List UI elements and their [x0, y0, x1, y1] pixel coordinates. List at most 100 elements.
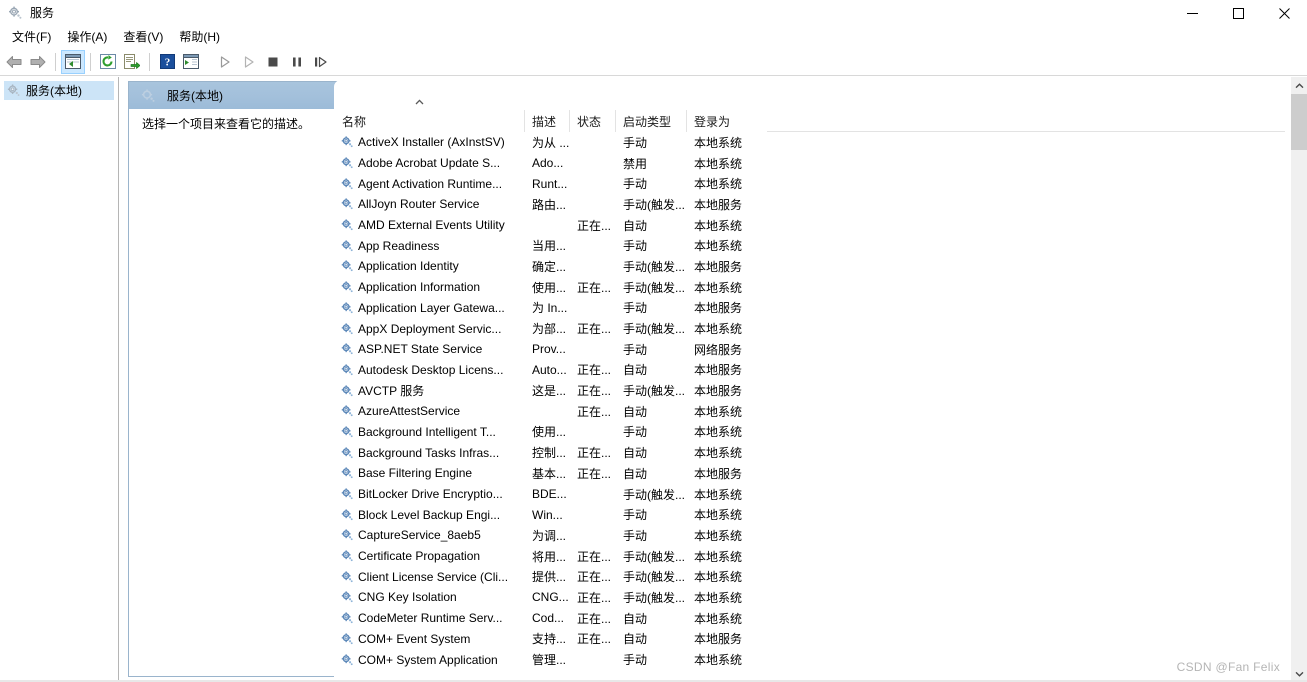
table-row[interactable]: COM+ Event System支持...正在...自动本地服务	[335, 629, 1285, 650]
menu-action[interactable]: 操作(A)	[59, 27, 115, 47]
cell-logon-as: 本地系统	[687, 504, 767, 525]
start-service-button[interactable]	[213, 50, 237, 74]
cell-service-name: Application Identity	[335, 256, 525, 277]
cell-logon-as: 本地系统	[687, 401, 767, 422]
scrollbar-thumb[interactable]	[1291, 94, 1307, 150]
maximize-button[interactable]	[1215, 0, 1261, 26]
start-service-icon	[218, 55, 232, 69]
table-row[interactable]: Certificate Propagation将用...正在...手动(触发..…	[335, 546, 1285, 567]
help-button[interactable]: ?	[155, 50, 179, 74]
table-row[interactable]: ASP.NET State ServiceProv...手动网络服务	[335, 339, 1285, 360]
cell-startup-type: 手动(触发...	[616, 194, 687, 215]
cell-logon-as: 本地系统	[687, 649, 767, 670]
cell-logon-as: 本地服务	[687, 463, 767, 484]
scroll-up-button[interactable]	[1291, 77, 1307, 94]
vertical-scrollbar[interactable]	[1290, 77, 1307, 682]
table-row[interactable]: AMD External Events Utility正在...自动本地系统	[335, 215, 1285, 236]
service-name-label: Client License Service (Cli...	[358, 570, 508, 584]
scrollbar-track[interactable]	[1291, 94, 1307, 665]
resume-service-button[interactable]	[237, 50, 261, 74]
properties-button[interactable]	[179, 50, 203, 74]
table-row[interactable]: AppX Deployment Servic...为部...正在...手动(触发…	[335, 318, 1285, 339]
table-row[interactable]: Background Tasks Infras...控制...正在...自动本地…	[335, 442, 1285, 463]
toolbar-separator-1	[55, 53, 56, 71]
service-name-label: COM+ System Application	[358, 653, 498, 667]
table-row[interactable]: ActiveX Installer (AxInstSV)为从 ...手动本地系统	[335, 132, 1285, 153]
table-row[interactable]: Client License Service (Cli...提供...正在...…	[335, 566, 1285, 587]
column-header-name[interactable]: 名称	[335, 110, 525, 132]
cell-logon-as: 本地服务	[687, 298, 767, 319]
table-row[interactable]: CodeMeter Runtime Serv...Cod...正在...自动本地…	[335, 608, 1285, 629]
service-gear-icon	[340, 528, 354, 542]
show-hide-console-tree-button[interactable]	[61, 50, 85, 74]
table-row[interactable]: AzureAttestService正在...自动本地系统	[335, 401, 1285, 422]
table-row[interactable]: CaptureService_8aeb5为调...手动本地系统	[335, 525, 1285, 546]
back-icon	[5, 54, 23, 70]
menu-help[interactable]: 帮助(H)	[171, 27, 228, 47]
cell-startup-type: 手动	[616, 173, 687, 194]
service-gear-icon	[340, 156, 354, 170]
stop-service-button[interactable]	[261, 50, 285, 74]
window-title: 服务	[30, 5, 54, 21]
table-row[interactable]: Adobe Acrobat Update S...Ado...禁用本地系统	[335, 153, 1285, 174]
cell-logon-as: 本地系统	[687, 442, 767, 463]
service-name-label: Application Identity	[358, 259, 459, 273]
table-row[interactable]: BitLocker Drive Encryptio...BDE...手动(触发.…	[335, 484, 1285, 505]
cell-description: 将用...	[525, 546, 570, 567]
service-name-label: AVCTP 服务	[358, 382, 424, 399]
cell-status: 正在...	[570, 401, 616, 422]
service-name-label: Application Information	[358, 280, 480, 294]
cell-description: 控制...	[525, 442, 570, 463]
cell-startup-type: 自动	[616, 629, 687, 650]
menu-view[interactable]: 查看(V)	[115, 27, 171, 47]
cell-status: 正在...	[570, 608, 616, 629]
table-row[interactable]: Application Information使用...正在...手动(触发..…	[335, 277, 1285, 298]
sidebar-item-services-local[interactable]: 服务(本地)	[4, 81, 114, 100]
console-tree-pane: 服务(本地)	[0, 77, 119, 682]
cell-status: 正在...	[570, 277, 616, 298]
minimize-button[interactable]	[1169, 0, 1215, 26]
table-row[interactable]: Application Identity确定...手动(触发...本地服务	[335, 256, 1285, 277]
service-name-label: Autodesk Desktop Licens...	[358, 363, 503, 377]
column-header-startup-type[interactable]: 启动类型	[616, 110, 687, 132]
table-row[interactable]: Base Filtering Engine基本...正在...自动本地服务	[335, 463, 1285, 484]
pause-service-button[interactable]	[285, 50, 309, 74]
table-row[interactable]: Agent Activation Runtime...Runt...手动本地系统	[335, 173, 1285, 194]
close-button[interactable]	[1261, 0, 1307, 26]
table-row[interactable]: Autodesk Desktop Licens...Auto...正在...自动…	[335, 360, 1285, 381]
table-row[interactable]: Background Intelligent T...使用...手动本地系统	[335, 422, 1285, 443]
service-gear-icon	[340, 177, 354, 191]
cell-logon-as: 本地服务	[687, 380, 767, 401]
column-header-status[interactable]: 状态	[570, 110, 616, 132]
table-row[interactable]: AllJoyn Router Service路由...手动(触发...本地服务	[335, 194, 1285, 215]
cell-status	[570, 504, 616, 525]
cell-service-name: Autodesk Desktop Licens...	[335, 360, 525, 381]
forward-icon	[29, 54, 47, 70]
table-row[interactable]: Block Level Backup Engi...Win...手动本地系统	[335, 504, 1285, 525]
window-controls	[1169, 0, 1307, 26]
service-gear-icon	[340, 508, 354, 522]
cell-logon-as: 本地系统	[687, 318, 767, 339]
table-row[interactable]: Application Layer Gatewa...为 In...手动本地服务	[335, 298, 1285, 319]
refresh-button[interactable]	[96, 50, 120, 74]
back-button[interactable]	[2, 50, 26, 74]
service-gear-icon	[340, 135, 354, 149]
sort-ascending-icon	[415, 99, 424, 105]
table-row[interactable]: App Readiness当用...手动本地系统	[335, 235, 1285, 256]
menu-file[interactable]: 文件(F)	[4, 27, 59, 47]
forward-button[interactable]	[26, 50, 50, 74]
table-row[interactable]: COM+ System Application管理...手动本地系统	[335, 649, 1285, 670]
cell-service-name: Agent Activation Runtime...	[335, 173, 525, 194]
export-list-button[interactable]	[120, 50, 144, 74]
restart-service-button[interactable]	[309, 50, 333, 74]
chevron-up-icon	[1295, 83, 1304, 89]
table-row[interactable]: AVCTP 服务这是...正在...手动(触发...本地服务	[335, 380, 1285, 401]
column-header-logon-as[interactable]: 登录为	[687, 110, 767, 132]
cell-status: 正在...	[570, 215, 616, 236]
cell-description: 支持...	[525, 629, 570, 650]
cell-description: 为 In...	[525, 298, 570, 319]
table-row[interactable]: CNG Key IsolationCNG...正在...手动(触发...本地系统	[335, 587, 1285, 608]
cell-status	[570, 298, 616, 319]
column-header-description[interactable]: 描述	[525, 110, 570, 132]
toolbar: ?	[0, 48, 1307, 76]
